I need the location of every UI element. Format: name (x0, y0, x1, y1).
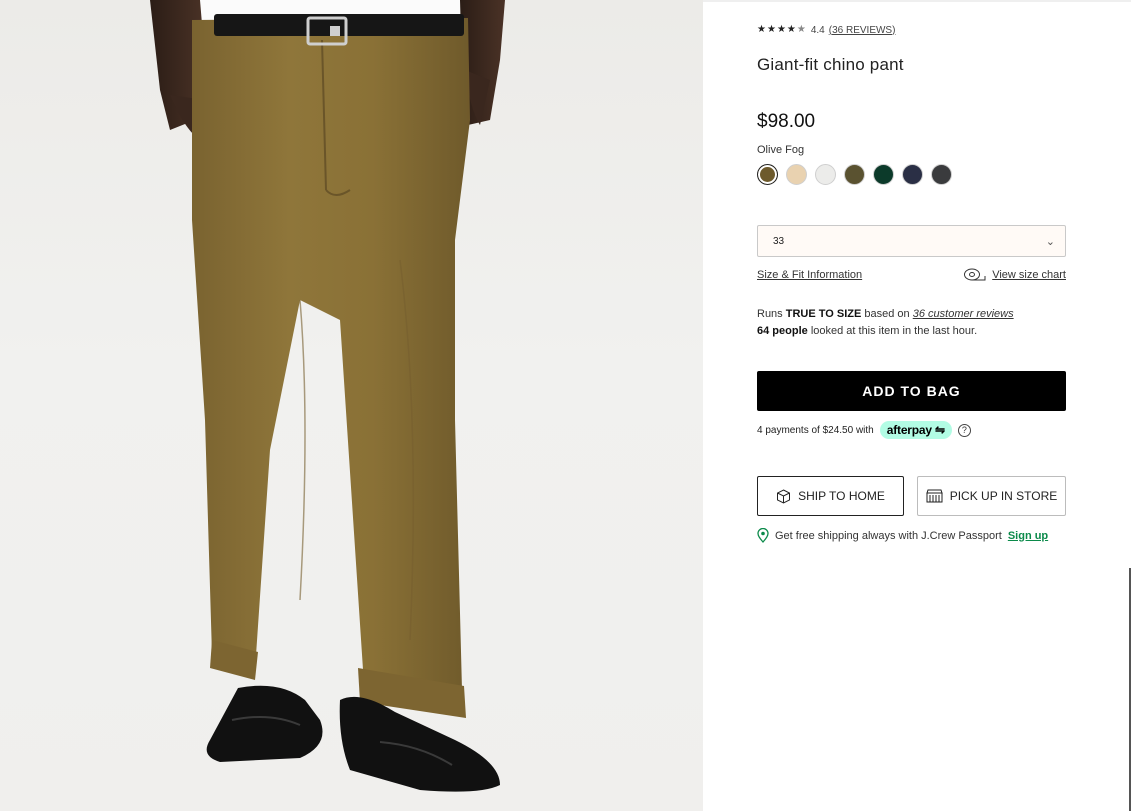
fit-note: Runs TRUE TO SIZE based on 36 customer r… (757, 306, 1014, 340)
pick-up-in-store-label: PICK UP IN STORE (949, 489, 1058, 503)
ship-to-home-button[interactable]: SHIP TO HOME (757, 476, 904, 516)
fulfillment-options: SHIP TO HOME PICK UP IN STORE (757, 476, 1066, 516)
rating-row: ★ ★ ★ ★ ★ 4.4 (36 REVIEWS) (757, 23, 895, 37)
location-pin-icon (757, 528, 769, 543)
passport-promo: Get free shipping always with J.Crew Pas… (757, 528, 1048, 543)
star-icon: ★ (757, 24, 766, 35)
half-star-icon: ★ (796, 24, 806, 35)
true-to-size-label: TRUE TO SIZE (785, 308, 862, 320)
color-swatch[interactable] (873, 164, 894, 185)
looked-text: looked at this item in the last hour. (810, 325, 978, 337)
help-icon[interactable]: ? (957, 423, 971, 437)
tape-measure-icon (964, 268, 986, 281)
sign-up-link[interactable]: Sign up (1008, 530, 1048, 542)
color-swatches (757, 164, 952, 185)
reviews-link[interactable]: (36 REVIEWS) (829, 25, 896, 36)
color-swatch[interactable] (815, 164, 836, 185)
afterpay-row: 4 payments of $24.50 with afterpay ⇋ ? (757, 421, 971, 439)
fit-links-row: Size & Fit Information View size chart (757, 268, 1066, 281)
star-icon: ★ (786, 24, 796, 35)
box-icon (777, 488, 791, 504)
product-page: ★ ★ ★ ★ ★ 4.4 (36 REVIEWS) Giant-fit chi… (0, 0, 1131, 811)
afterpay-icon: ⇋ (934, 423, 945, 437)
color-swatch[interactable] (931, 164, 952, 185)
product-price: $98.00 (757, 111, 816, 132)
afterpay-badge[interactable]: afterpay ⇋ (879, 421, 952, 439)
runs-prefix: Runs (757, 308, 783, 320)
size-select[interactable]: 33 ⌄ (757, 225, 1066, 257)
pick-up-in-store-button[interactable]: PICK UP IN STORE (917, 476, 1066, 516)
product-details-panel: ★ ★ ★ ★ ★ 4.4 (36 REVIEWS) Giant-fit chi… (757, 0, 1067, 811)
selected-size: 33 (773, 235, 785, 247)
color-swatch[interactable] (902, 164, 923, 185)
size-fit-info-link[interactable]: Size & Fit Information (757, 269, 862, 281)
passport-text: Get free shipping always with J.Crew Pas… (775, 529, 1002, 542)
afterpay-brand: afterpay (886, 423, 932, 437)
product-title: Giant-fit chino pant (757, 55, 904, 74)
selected-color-name: Olive Fog (757, 144, 805, 156)
customer-reviews-link[interactable]: 36 customer reviews (913, 308, 1014, 320)
chevron-down-icon: ⌄ (1045, 235, 1055, 248)
color-swatch[interactable] (786, 164, 807, 185)
product-photo[interactable] (0, 0, 703, 811)
add-to-bag-button[interactable]: ADD TO BAG (757, 371, 1066, 411)
view-size-chart-link[interactable]: View size chart (992, 269, 1066, 281)
rating-value: 4.4 (810, 24, 825, 36)
ship-to-home-label: SHIP TO HOME (798, 489, 885, 503)
store-icon (926, 489, 943, 503)
color-swatch[interactable] (844, 164, 865, 185)
based-on-text: based on (864, 308, 910, 320)
people-count: 64 people (757, 325, 808, 337)
afterpay-installments-text: 4 payments of $24.50 with (757, 424, 874, 436)
size-chart-link-wrap[interactable]: View size chart (963, 268, 1066, 281)
color-swatch[interactable] (757, 164, 778, 185)
star-rating: ★ ★ ★ ★ ★ (757, 25, 806, 35)
model-wearing-chino-illustration (150, 0, 505, 792)
star-icon: ★ (766, 24, 776, 35)
star-icon: ★ (776, 24, 786, 35)
